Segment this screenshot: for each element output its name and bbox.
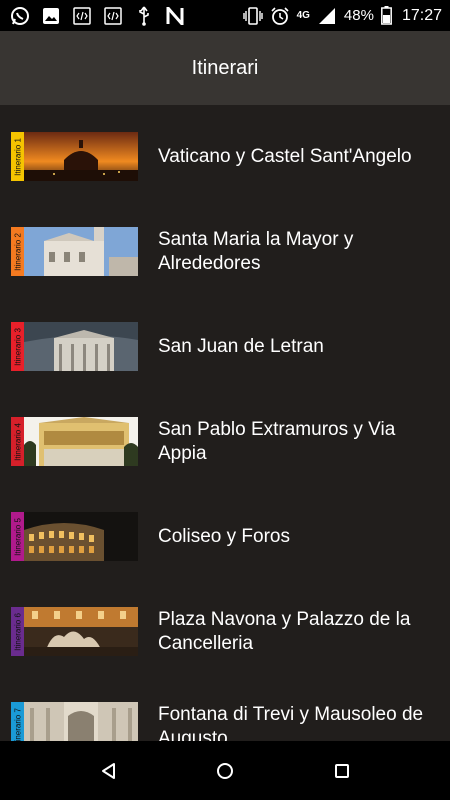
itinerary-thumbnail: Itinerario 2 [11, 227, 138, 276]
itinerary-tab: Itinerario 2 [11, 227, 24, 276]
page-title: Itinerari [191, 56, 259, 79]
itinerary-title: Plaza Navona y Palazzo de la Cancelleria [158, 609, 411, 654]
list-item[interactable]: Itinerario 1 Vaticano y Castel Sant'Ange… [0, 105, 450, 200]
recents-icon[interactable] [330, 759, 354, 783]
battery-icon [381, 6, 393, 26]
list-item[interactable]: Itinerario 4 San Pablo Extramuros y Via … [0, 390, 450, 485]
alarm-icon [270, 6, 290, 26]
list-item[interactable]: Itinerario 2 Santa Maria la Mayor y Alre… [0, 200, 450, 295]
image-icon [41, 6, 61, 26]
home-icon[interactable] [213, 759, 237, 783]
navigation-bar [0, 741, 450, 800]
itinerary-thumbnail: Itinerario 3 [11, 322, 138, 371]
usb-icon [134, 6, 154, 26]
itinerary-thumbnail: Itinerario 4 [11, 417, 138, 466]
itinerary-tab: Itinerario 7 [11, 702, 24, 741]
status-bar: 4G 48% 17:27 [0, 0, 450, 31]
itinerary-list[interactable]: Itinerario 1 Vaticano y Castel Sant'Ange… [0, 105, 450, 741]
n-app-icon [165, 6, 185, 26]
itinerary-tab: Itinerario 1 [11, 132, 24, 181]
list-item[interactable]: Itinerario 6 Plaza Navona y Palazzo de l… [0, 580, 450, 675]
code-icon [72, 6, 92, 26]
vatican-image [24, 132, 138, 181]
itinerary-title: Vaticano y Castel Sant'Angelo [158, 146, 412, 167]
notification-icons [10, 6, 185, 26]
itinerary-thumbnail: Itinerario 1 [11, 132, 138, 181]
list-item[interactable]: Itinerario 5 Coliseo y Foros [0, 485, 450, 580]
itinerary-title: Fontana di Trevi y Mausoleo de Augusto [158, 704, 424, 741]
itinerary-title: Santa Maria la Mayor y Alrededores [158, 229, 354, 274]
navona-image [24, 607, 138, 656]
itinerary-thumbnail: Itinerario 5 [11, 512, 138, 561]
itinerary-title: San Pablo Extramuros y Via Appia [158, 419, 396, 464]
list-item[interactable]: Itinerario 3 San Juan de Letran [0, 295, 450, 390]
app-bar: Itinerari [0, 31, 450, 105]
itinerary-title: Coliseo y Foros [158, 526, 290, 547]
san-pablo-image [24, 417, 138, 466]
system-icons: 4G 48% 17:27 [242, 6, 442, 26]
list-item[interactable]: Itinerario 7 Fontana di Trevi y Mausoleo… [0, 675, 450, 741]
whatsapp-icon [10, 6, 30, 26]
santa-maria-image [24, 227, 138, 276]
back-icon[interactable] [97, 759, 121, 783]
itinerary-tab: Itinerario 3 [11, 322, 24, 371]
coliseo-image [24, 512, 138, 561]
trevi-image [24, 702, 138, 741]
itinerary-tab: Itinerario 5 [11, 512, 24, 561]
clock: 17:27 [401, 6, 442, 24]
signal-icon [317, 6, 337, 26]
code-icon [103, 6, 123, 26]
itinerary-title: San Juan de Letran [158, 336, 324, 357]
battery-percent: 48% [343, 7, 374, 24]
itinerary-tab: Itinerario 4 [11, 417, 24, 466]
network-type: 4G [296, 10, 310, 21]
itinerary-thumbnail: Itinerario 6 [11, 607, 138, 656]
vibrate-icon [242, 6, 263, 26]
itinerary-thumbnail: Itinerario 7 [11, 702, 138, 741]
itinerary-tab: Itinerario 6 [11, 607, 24, 656]
san-juan-image [24, 322, 138, 371]
